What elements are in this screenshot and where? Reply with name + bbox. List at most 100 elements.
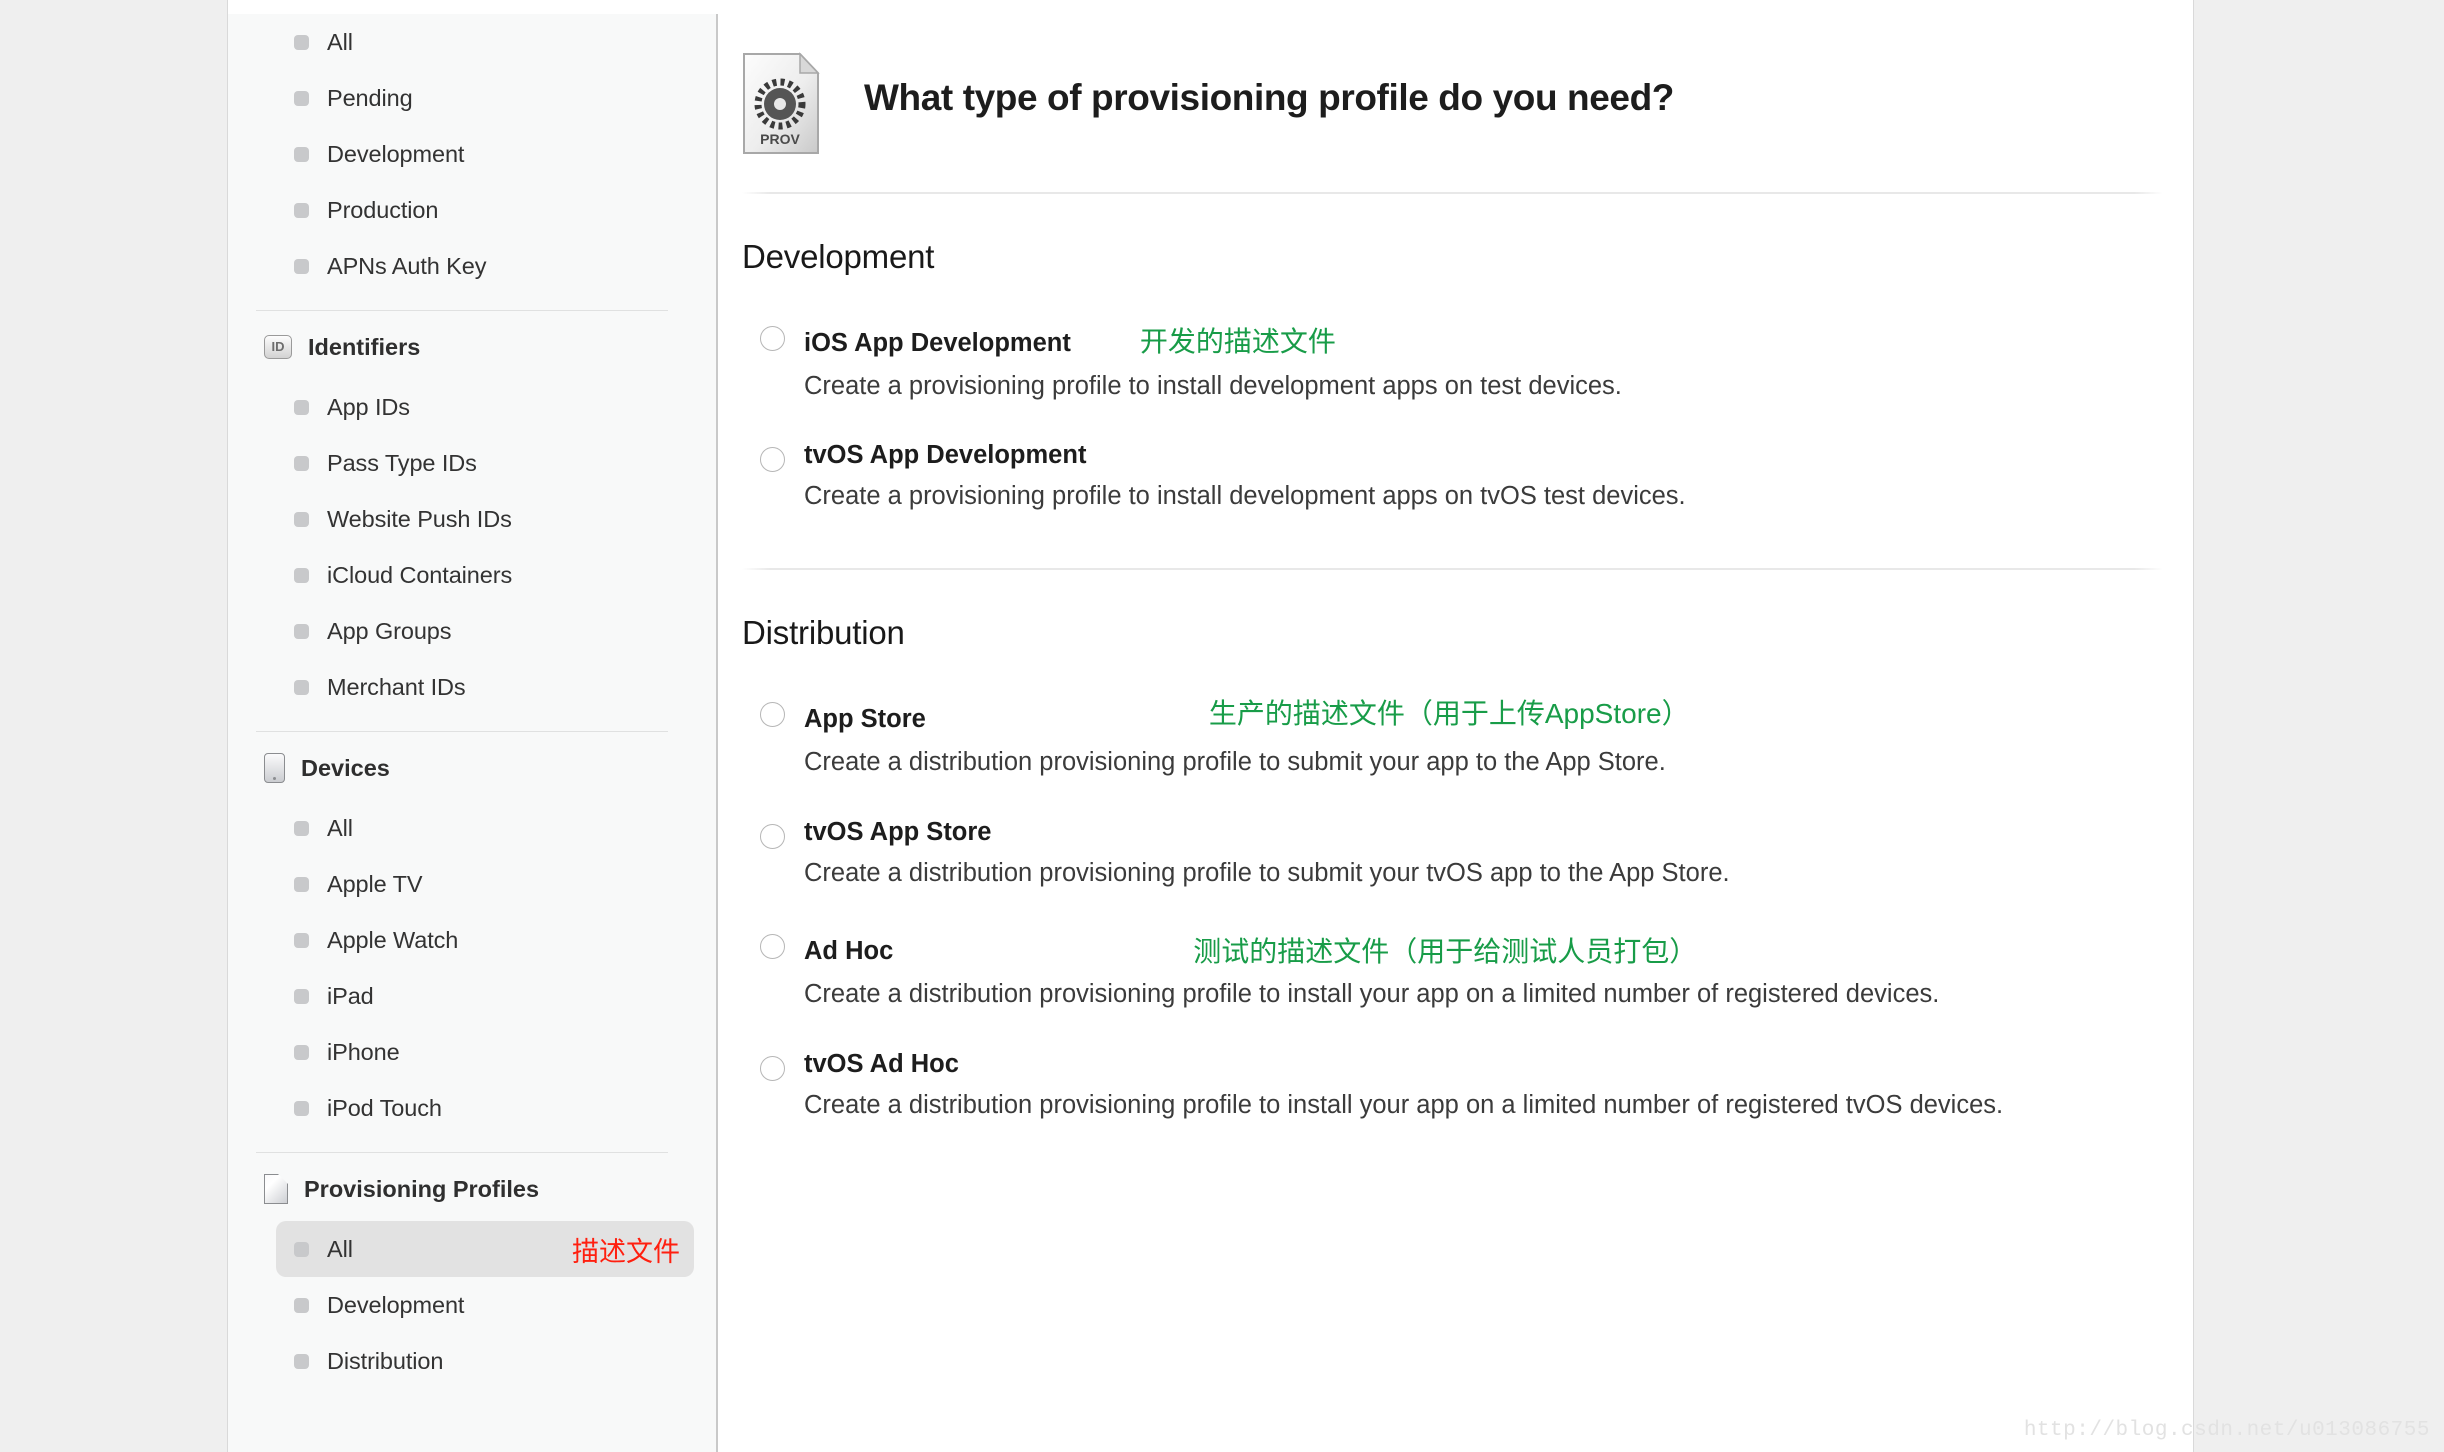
option-label: Ad Hoc: [804, 937, 894, 966]
sidebar-item-label: APNs Auth Key: [327, 252, 487, 279]
watermark: http://blog.csdn.net/u013086755: [2023, 1419, 2430, 1442]
sidebar-item-label: Development: [327, 140, 465, 167]
option-header: Ad Hoc 测试的描述文件（用于给测试人员打包）: [804, 928, 2193, 968]
bullet-icon: [294, 1241, 309, 1257]
sidebar-item-profiles-all[interactable]: All 描述文件: [276, 1221, 694, 1277]
bullet-icon: [294, 567, 309, 583]
sidebar-item-label: Distribution: [327, 1347, 444, 1374]
section-heading: Distribution: [742, 613, 905, 651]
sidebar-divider: [256, 731, 668, 732]
sidebar-group-devices: Devices All Apple TV Apple Watch iPad iP…: [228, 740, 716, 1136]
sidebar-item-website-push-ids[interactable]: Website Push IDs: [276, 491, 694, 547]
page-header: PROV What type of provisioning profile d…: [720, 14, 2193, 154]
sidebar-item-label: Apple Watch: [327, 926, 459, 953]
device-icon: [264, 753, 285, 783]
radio-app-store[interactable]: [760, 701, 785, 727]
sidebar-item-profiles-development[interactable]: Development: [276, 1277, 694, 1333]
sidebar-item-label: iPad: [327, 982, 374, 1009]
sidebar-item-label: Merchant IDs: [327, 673, 466, 700]
option-header: App Store 生产的描述文件（用于上传AppStore）: [804, 696, 2193, 736]
bullet-icon: [294, 623, 309, 639]
option-header: tvOS App Development: [804, 441, 2193, 470]
option-description: Create a provisioning profile to install…: [804, 371, 1622, 400]
option-header: iOS App Development 开发的描述文件: [804, 320, 2193, 360]
sidebar-group-header-devices: Devices: [250, 740, 716, 796]
option-tvos-ad-hoc[interactable]: tvOS Ad Hoc Create a distribution provis…: [742, 1050, 2193, 1123]
sidebar-divider: [256, 310, 668, 311]
section-distribution: Distribution App Store 生产的描述文件（用于上传AppSt…: [720, 614, 2193, 1123]
sidebar-item-label: All: [327, 28, 353, 55]
option-app-store[interactable]: App Store 生产的描述文件（用于上传AppStore） Create a…: [742, 696, 2193, 780]
bullet-icon: [294, 988, 309, 1004]
radio-tvos-app-store[interactable]: [760, 823, 785, 849]
sidebar-item-label: App Groups: [327, 617, 452, 644]
sidebar-item-certificates-pending[interactable]: Pending: [276, 70, 694, 126]
sidebar-item-label: Production: [327, 196, 439, 223]
option-header: tvOS App Store: [804, 818, 2193, 847]
annotation-app-store: 生产的描述文件（用于上传AppStore）: [1208, 697, 1690, 729]
sidebar-item-label: iPod Touch: [327, 1094, 442, 1121]
page-container: All Pending Development Production APNs …: [228, 0, 2193, 1452]
option-label: iOS App Development: [804, 328, 1071, 357]
annotation-ios-app-development: 开发的描述文件: [1139, 325, 1336, 357]
sidebar-group-title: Provisioning Profiles: [304, 1175, 540, 1202]
sidebar-item-ipod-touch[interactable]: iPod Touch: [276, 1080, 694, 1136]
sidebar-group-title: Identifiers: [308, 333, 421, 360]
bullet-icon: [294, 679, 309, 695]
sidebar-item-label: iCloud Containers: [327, 561, 513, 588]
sidebar-item-certificates-all[interactable]: All: [276, 14, 694, 70]
radio-ios-app-development[interactable]: [760, 325, 785, 351]
provisioning-profile-icon: PROV: [743, 52, 820, 154]
sidebar-item-label: All: [327, 1235, 353, 1262]
radio-tvos-app-development[interactable]: [760, 447, 785, 473]
option-description: Create a distribution provisioning profi…: [804, 747, 1666, 776]
sidebar-group-certificates: All Pending Development Production APNs …: [228, 14, 716, 294]
sidebar-item-label: All: [327, 814, 353, 841]
bullet-icon: [294, 34, 309, 50]
sidebar-group-title: Devices: [301, 754, 390, 781]
sidebar-item-apple-watch[interactable]: Apple Watch: [276, 912, 694, 968]
sidebar-item-app-ids[interactable]: App IDs: [276, 379, 694, 435]
option-description: Create a distribution provisioning profi…: [804, 1090, 2004, 1119]
sidebar-item-label: Apple TV: [327, 870, 423, 897]
sidebar-item-app-groups[interactable]: App Groups: [276, 603, 694, 659]
option-label: App Store: [804, 704, 926, 733]
bullet-icon: [294, 399, 309, 415]
option-ad-hoc[interactable]: Ad Hoc 测试的描述文件（用于给测试人员打包） Create a distr…: [742, 928, 2193, 1012]
sidebar-group-provisioning-profiles: Provisioning Profiles All 描述文件 Developme…: [228, 1161, 716, 1389]
sidebar-item-devices-all[interactable]: All: [276, 800, 694, 856]
sidebar-divider: [256, 1152, 668, 1153]
bullet-icon: [294, 1353, 309, 1369]
section-development: Development iOS App Development 开发的描述文件 …: [720, 238, 2193, 514]
sidebar-item-certificates-development[interactable]: Development: [276, 126, 694, 182]
option-ios-app-development[interactable]: iOS App Development 开发的描述文件 Create a pro…: [742, 320, 2193, 404]
bullet-icon: [294, 455, 309, 471]
bullet-icon: [294, 932, 309, 948]
sidebar-item-certificates-production[interactable]: Production: [276, 182, 694, 238]
sidebar-item-profiles-distribution[interactable]: Distribution: [276, 1333, 694, 1389]
option-description: Create a provisioning profile to install…: [804, 482, 1686, 511]
section-divider: [742, 567, 2163, 570]
sidebar-item-label: Website Push IDs: [327, 505, 512, 532]
option-tvos-app-store[interactable]: tvOS App Store Create a distribution pro…: [742, 818, 2193, 891]
prov-icon-label: PROV: [760, 131, 800, 147]
radio-ad-hoc[interactable]: [760, 934, 785, 960]
sidebar-item-apple-tv[interactable]: Apple TV: [276, 856, 694, 912]
sidebar-item-ipad[interactable]: iPad: [276, 968, 694, 1024]
document-icon: [264, 1174, 288, 1204]
sidebar-item-iphone[interactable]: iPhone: [276, 1024, 694, 1080]
sidebar-item-pass-type-ids[interactable]: Pass Type IDs: [276, 435, 694, 491]
option-header: tvOS Ad Hoc: [804, 1050, 2193, 1079]
sidebar-item-icloud-containers[interactable]: iCloud Containers: [276, 547, 694, 603]
sidebar-item-merchant-ids[interactable]: Merchant IDs: [276, 659, 694, 715]
bullet-icon: [294, 146, 309, 162]
sidebar-group-header-provisioning-profiles: Provisioning Profiles: [250, 1161, 716, 1217]
option-description: Create a distribution provisioning profi…: [804, 980, 1940, 1009]
main-content: PROV What type of provisioning profile d…: [720, 14, 2193, 1452]
radio-tvos-ad-hoc[interactable]: [760, 1055, 785, 1081]
sidebar-item-certificates-apns-auth-key[interactable]: APNs Auth Key: [276, 238, 694, 294]
sidebar-group-header-identifiers: ID Identifiers: [250, 319, 716, 375]
page-title: What type of provisioning profile do you…: [864, 76, 1674, 118]
option-tvos-app-development[interactable]: tvOS App Development Create a provisioni…: [742, 441, 2193, 514]
annotation-profiles-all: 描述文件: [572, 1236, 680, 1267]
